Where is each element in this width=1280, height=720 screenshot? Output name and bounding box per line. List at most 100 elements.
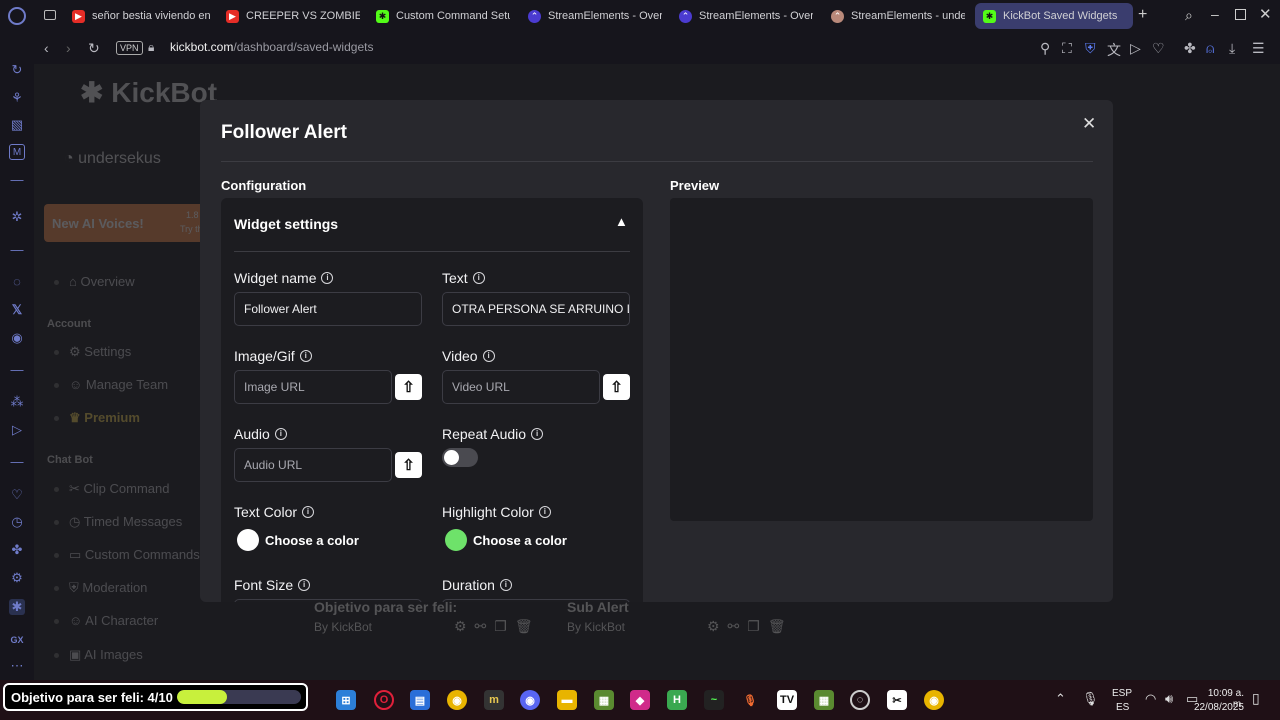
- screenshot-icon[interactable]: ⛶: [1062, 40, 1072, 57]
- maximize-icon[interactable]: [1235, 9, 1246, 20]
- tab-4[interactable]: ⌃ StreamElements - Over: [679, 3, 813, 29]
- reload-icon[interactable]: ↻: [88, 40, 100, 57]
- text-color-swatch[interactable]: [237, 529, 259, 551]
- promo-banner[interactable]: New AI Voices! 1.8 Try th: [44, 204, 224, 242]
- nav-timed-messages[interactable]: ◷ Timed Messages: [54, 514, 182, 530]
- app-icon[interactable]: ◆: [630, 690, 650, 710]
- widget-name-input[interactable]: Follower Alert: [234, 292, 422, 326]
- notifications-icon[interactable]: ▯: [1252, 690, 1260, 707]
- profile-icon[interactable]: ⍝: [1206, 40, 1214, 57]
- windows-start-icon[interactable]: ⊞: [336, 690, 356, 710]
- widget-card-actions[interactable]: ⚙⚯❐🗑︎: [707, 618, 794, 635]
- info-icon[interactable]: i: [531, 428, 544, 440]
- shopping-icon[interactable]: ▧: [9, 117, 25, 133]
- tab-5[interactable]: ⌃ StreamElements - unde: [831, 3, 965, 29]
- language-secondary[interactable]: ES: [1116, 702, 1129, 713]
- download-icon[interactable]: ⤓: [1229, 40, 1235, 57]
- mail-icon[interactable]: M: [9, 144, 25, 160]
- back-icon[interactable]: ‹: [44, 40, 49, 56]
- vpn-badge[interactable]: VPN: [116, 41, 143, 55]
- translate-icon[interactable]: 文: [1107, 40, 1121, 60]
- volume-icon[interactable]: 🔊︎: [1165, 691, 1173, 707]
- app-h-icon[interactable]: H: [667, 690, 687, 710]
- audio-url-input[interactable]: Audio URL: [234, 448, 392, 482]
- tab-1[interactable]: ▶ CREEPER VS ZOMBIE |: [226, 3, 360, 29]
- microphone-icon[interactable]: 🎙︎: [740, 690, 760, 710]
- kickbot-sidebar-icon[interactable]: ✱: [9, 599, 25, 615]
- tray-chevron-icon[interactable]: ⌃: [1055, 691, 1066, 707]
- lock-icon[interactable]: 🔒︎: [148, 40, 154, 55]
- minecraft-icon[interactable]: ▦: [814, 690, 834, 710]
- microphone-tray-icon[interactable]: 🎙︎: [1082, 691, 1099, 707]
- info-icon[interactable]: i: [298, 579, 311, 591]
- more-icon[interactable]: ⋯: [9, 658, 25, 674]
- wifi-icon[interactable]: ◠: [1145, 691, 1156, 707]
- nav-overview[interactable]: ⌂ Overview: [54, 274, 135, 289]
- user-profile[interactable]: ◔ undersekus: [64, 150, 161, 168]
- image-url-input[interactable]: Image URL: [234, 370, 392, 404]
- ai-icon[interactable]: ⚘: [9, 90, 25, 106]
- nav-premium[interactable]: ♛ Premium: [54, 410, 140, 426]
- url-field[interactable]: kickbot.com/dashboard/saved-widgets: [170, 40, 373, 54]
- widget-card-actions[interactable]: ⚙⚯❐🗑︎: [454, 618, 541, 635]
- info-icon[interactable]: i: [321, 272, 334, 284]
- x-icon[interactable]: 𝕏: [9, 302, 25, 318]
- new-tab-icon[interactable]: +: [1138, 6, 1147, 24]
- language-primary[interactable]: ESP: [1112, 688, 1132, 699]
- tab-menu-icon[interactable]: [44, 10, 56, 20]
- file-explorer-icon[interactable]: ▬: [557, 690, 577, 710]
- discord-taskbar-icon[interactable]: ◉: [520, 690, 540, 710]
- chatgpt-icon[interactable]: ✲: [9, 209, 25, 225]
- info-icon[interactable]: i: [472, 272, 485, 284]
- duration-input[interactable]: [442, 599, 630, 602]
- tab-0[interactable]: ▶ señor bestia viviendo en: [72, 3, 212, 29]
- image-upload-button[interactable]: ⇧: [395, 374, 422, 400]
- tradingview-icon[interactable]: TV: [777, 690, 797, 710]
- mixer-icon[interactable]: ⁂: [9, 394, 25, 410]
- heart-icon[interactable]: ♡: [1152, 40, 1165, 57]
- opera-logo-icon[interactable]: [8, 7, 26, 25]
- pin-icon[interactable]: ⚲: [1040, 40, 1050, 57]
- nav-ai-images[interactable]: ▣ AI Images: [54, 647, 143, 663]
- info-icon[interactable]: i: [274, 428, 287, 440]
- extensions-icon[interactable]: ✤: [9, 542, 25, 558]
- close-modal-icon[interactable]: ✕: [1082, 114, 1096, 134]
- collapse-chevron-icon[interactable]: ▲: [615, 214, 628, 229]
- nav-ai-character[interactable]: ☺ AI Character: [54, 613, 158, 628]
- capcut-icon[interactable]: ✂: [887, 690, 907, 710]
- info-icon[interactable]: i: [299, 350, 312, 362]
- whatsapp-icon[interactable]: ◌: [9, 274, 25, 290]
- shield-icon[interactable]: ⛨: [1085, 40, 1096, 57]
- menu-icon[interactable]: ☰: [1252, 40, 1265, 57]
- player-icon[interactable]: ▷: [1130, 40, 1141, 57]
- nav-moderation[interactable]: ⛨ Moderation: [54, 580, 147, 596]
- nav-manage-team[interactable]: ☺ Manage Team: [54, 377, 168, 392]
- gx-icon[interactable]: GX: [9, 632, 25, 648]
- video-url-input[interactable]: Video URL: [442, 370, 600, 404]
- opera-gx-taskbar-icon[interactable]: O: [374, 690, 394, 710]
- discord-icon[interactable]: ◉: [9, 330, 25, 346]
- audio-upload-button[interactable]: ⇧: [395, 452, 422, 478]
- video-upload-button[interactable]: ⇧: [603, 374, 630, 400]
- tab-6-active[interactable]: ✱ KickBot Saved Widgets: [975, 3, 1133, 29]
- minimize-icon[interactable]: –: [1211, 6, 1219, 22]
- tab-3[interactable]: ⌃ StreamElements - Over: [528, 3, 662, 29]
- text-color-choose-button[interactable]: Choose a color: [265, 533, 359, 548]
- obs-icon[interactable]: ◌: [850, 690, 870, 710]
- highlight-color-swatch[interactable]: [445, 529, 467, 551]
- chrome-icon[interactable]: ◉: [924, 690, 944, 710]
- terminal-icon[interactable]: ~: [704, 690, 724, 710]
- favorites-icon[interactable]: ♡: [9, 487, 25, 503]
- extensions-icon[interactable]: ✤: [1184, 40, 1196, 57]
- store-icon[interactable]: ▤: [410, 690, 430, 710]
- highlight-color-choose-button[interactable]: Choose a color: [473, 533, 567, 548]
- info-icon[interactable]: i: [482, 350, 495, 362]
- app-icon[interactable]: m: [484, 690, 504, 710]
- minecraft-icon[interactable]: ▦: [594, 690, 614, 710]
- history-icon[interactable]: ◷: [9, 514, 25, 530]
- search-tabs-icon[interactable]: ⌕: [1185, 7, 1193, 24]
- text-input[interactable]: OTRA PERSONA SE ARRUINO LA VIDA: [442, 292, 630, 326]
- refresh-sidebar-icon[interactable]: ↻: [9, 62, 25, 78]
- info-icon[interactable]: i: [302, 506, 315, 518]
- nav-settings[interactable]: ⚙ Settings: [54, 344, 131, 360]
